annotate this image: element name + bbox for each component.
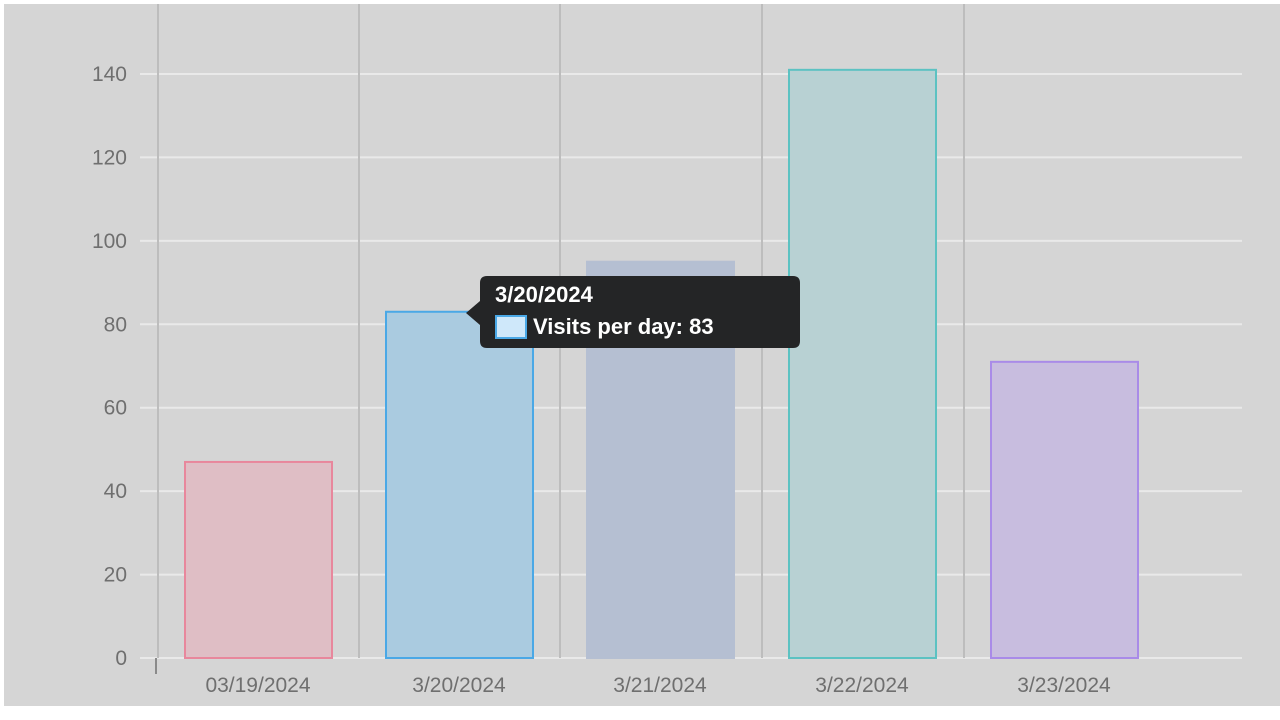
bar-4 — [788, 68, 937, 660]
y-tick-label: 120 — [92, 146, 127, 169]
tooltip: 3/20/2024 Visits per day: 83 — [466, 276, 800, 348]
x-tick-label: 3/22/2024 — [815, 674, 909, 697]
bar-1 — [184, 460, 333, 660]
bar-2 — [385, 310, 534, 659]
x-tick-label: 3/23/2024 — [1017, 674, 1111, 697]
x-tick-label: 03/19/2024 — [205, 674, 310, 697]
y-tick-label: 0 — [115, 647, 127, 670]
y-tick-label: 100 — [92, 230, 127, 253]
bar-5 — [990, 360, 1139, 659]
y-tick-label: 20 — [104, 564, 127, 587]
tooltip-label: Visits per day: 83 — [533, 314, 714, 339]
y-tick-label: 80 — [104, 313, 127, 336]
tooltip-title: 3/20/2024 — [495, 282, 594, 307]
y-tick-label: 40 — [104, 480, 127, 503]
bar-chart: 020406080100120140 03/19/2024 3/20/2024 3/… — [0, 0, 1280, 720]
chart-container: 0 20 40 60 80 100 120 140 03/19/2024 3/20/2024 3/… — [0, 0, 1280, 720]
y-tick-label: 60 — [104, 397, 127, 420]
x-tick-label: 3/21/2024 — [613, 674, 707, 697]
tooltip-color-swatch — [495, 315, 527, 339]
x-tick-label: 3/20/2024 — [412, 674, 506, 697]
y-tick-label: 140 — [92, 63, 127, 86]
